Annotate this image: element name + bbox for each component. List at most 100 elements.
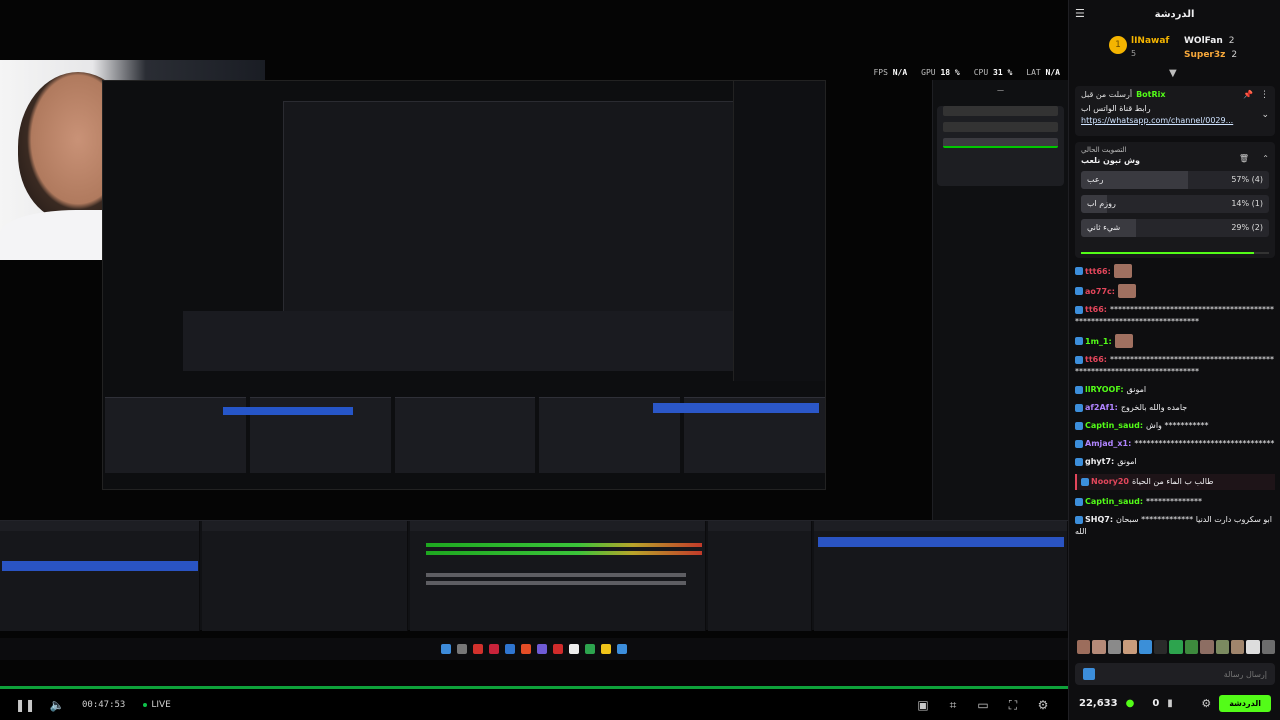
user-badge-icon	[1075, 337, 1083, 345]
chat-message: Captin_saud: واش ***********	[1075, 420, 1275, 432]
chat-username[interactable]: Captin_saud:	[1085, 497, 1143, 506]
pip-icon[interactable]: ▣	[916, 698, 930, 712]
clip-icon[interactable]: ⌗	[946, 698, 960, 712]
chat-username[interactable]: llRYOOF:	[1085, 385, 1124, 394]
chat-message-text: امونق	[1117, 457, 1137, 466]
user-badge-icon	[1075, 515, 1083, 524]
pin-icon[interactable]: 📌	[1243, 90, 1253, 99]
emote[interactable]	[1261, 640, 1276, 654]
chevron-up-icon[interactable]: ⌃	[1262, 154, 1269, 163]
obs-embedded-chat: —	[932, 80, 1068, 520]
pinned-link[interactable]: https://whatsapp.com/channel/0029...	[1081, 116, 1269, 125]
chat-username[interactable]: ttt66:	[1085, 267, 1111, 276]
emote[interactable]	[1246, 640, 1260, 654]
pinned-message: أرسلت من قبل BotRix رابط قناة الواتس اب …	[1075, 86, 1275, 136]
chat-message-text: جامده والله بالخروج	[1120, 403, 1188, 412]
fullscreen-icon[interactable]: ⛶	[1006, 698, 1020, 712]
chat-username[interactable]: tt66:	[1085, 305, 1107, 314]
chat-username[interactable]: SHQ7:	[1085, 515, 1113, 524]
emote[interactable]	[1092, 640, 1106, 654]
emote[interactable]	[1123, 640, 1137, 654]
theater-mode-icon[interactable]: ▭	[976, 698, 990, 712]
stream-page: FPS N/A GPU 18 % CPU 31 % LAT N/A — ❚❚ 🔈…	[0, 0, 1280, 720]
poll-option[interactable]: روزم اب 14% (1)	[1081, 195, 1269, 213]
chevron-down-icon[interactable]: ⌄	[1261, 110, 1269, 120]
top-gifter-count: 5	[1131, 49, 1137, 58]
chat-username[interactable]: tt66:	[1085, 355, 1107, 364]
user-badge-icon	[1075, 497, 1083, 506]
points-count: 0	[1152, 697, 1160, 709]
chat-username[interactable]: Captin_saud:	[1085, 421, 1143, 430]
more-options-icon[interactable]: ⋮	[1260, 90, 1269, 100]
chat-header: ☰ الدردشة	[1069, 0, 1280, 28]
emote-image	[1117, 284, 1136, 298]
chat-message-text: **************	[1146, 497, 1203, 506]
chat-message: ao77c:	[1075, 284, 1275, 298]
chat-input[interactable]	[1103, 669, 1267, 679]
emote[interactable]	[1215, 640, 1229, 654]
top-gifters: 1 lINawaf 5 WOlFan 2 Super3z 2	[1069, 28, 1280, 72]
chat-message: tt66: ***********************************…	[1075, 304, 1275, 328]
chat-username[interactable]: 1m_1:	[1085, 337, 1112, 346]
emote[interactable]	[1138, 640, 1152, 654]
poll-timer-bar	[1081, 252, 1269, 254]
emote[interactable]	[1107, 640, 1122, 654]
trash-icon[interactable]: 🗑	[1239, 154, 1249, 163]
chat-username[interactable]: Noory20	[1091, 477, 1129, 486]
chat-settings-gear-icon[interactable]: ⚙	[1201, 697, 1211, 710]
send-chat-button[interactable]: الدردشة	[1219, 694, 1271, 712]
bot-name[interactable]: BotRix	[1136, 90, 1165, 99]
user-badge-icon	[1075, 439, 1083, 448]
user-badge-icon	[1075, 385, 1083, 394]
chat-message: Captin_saud: **************	[1075, 496, 1275, 508]
volume-icon[interactable]: 🔈	[50, 698, 65, 712]
chat-message: ttt66:	[1075, 264, 1275, 278]
chat-input-box[interactable]	[1075, 663, 1275, 685]
top-gifter-name[interactable]: lINawaf	[1131, 36, 1169, 46]
chat-title: الدردشة	[1154, 8, 1195, 20]
emote[interactable]	[1184, 640, 1199, 654]
pinned-text: رابط قناة الواتس اب	[1081, 104, 1151, 113]
chat-username[interactable]: af2Af1:	[1085, 403, 1118, 412]
collapse-menu-icon[interactable]: ☰	[1075, 7, 1087, 20]
poll-option[interactable]: رعب 57% (4)	[1081, 171, 1269, 189]
chat-message: 1m_1:	[1075, 334, 1275, 348]
gifter-2[interactable]: WOlFan 2	[1184, 36, 1235, 46]
live-progress-bar	[0, 686, 1068, 689]
user-badge-icon	[1075, 267, 1083, 275]
poll-header: التصويت الحالي	[1081, 146, 1127, 154]
poll-card: التصويت الحالي وش تبون نلعب 🗑 ⌃ رعب 57% (…	[1075, 142, 1275, 258]
user-badge-icon	[1075, 421, 1083, 430]
chat-username[interactable]: Amjad_x1:	[1085, 439, 1131, 448]
filter-icon[interactable]: ▼	[1169, 68, 1177, 79]
chat-message: af2Af1: جامده والله بالخروج	[1075, 402, 1275, 414]
chat-footer: 22,633 ● 0 ▮ ⚙ الدردشة	[1069, 690, 1280, 716]
trophy-icon: 1	[1109, 36, 1127, 54]
chat-username[interactable]: ghyt7:	[1085, 457, 1114, 466]
user-badge-icon	[1081, 477, 1089, 486]
emote[interactable]	[1200, 640, 1214, 654]
player-controls: ❚❚ 🔈 00:47:53 LIVE ▣ ⌗ ▭ ⛶ ⚙	[0, 690, 1068, 720]
gifter-3[interactable]: Super3z 2	[1184, 50, 1237, 60]
pause-icon[interactable]: ❚❚	[15, 698, 35, 712]
windows-taskbar	[0, 638, 1068, 660]
chat-message: ghyt7: امونق	[1075, 456, 1275, 468]
user-badge-icon	[1075, 355, 1083, 364]
user-badge-icon	[1075, 305, 1083, 314]
chat-message-text: واش ***********	[1146, 421, 1209, 430]
points-icon: ▮	[1167, 697, 1173, 709]
emote[interactable]	[1077, 640, 1091, 654]
elapsed-time: 00:47:53	[82, 700, 126, 710]
emote[interactable]	[1230, 640, 1245, 654]
chat-message: tt66: ***********************************…	[1075, 354, 1275, 378]
obs-dock	[0, 520, 1068, 631]
emote[interactable]	[1153, 640, 1168, 654]
emote[interactable]	[1169, 640, 1183, 654]
chat-message: Noory20 طالب ب الماء من الحياة	[1075, 474, 1275, 490]
poll-option[interactable]: شيء ثاني 29% (2)	[1081, 219, 1269, 237]
settings-gear-icon[interactable]: ⚙	[1036, 698, 1050, 712]
chat-sidebar: ☰ الدردشة 1 lINawaf 5 WOlFan 2 Super3z 2 ▼…	[1068, 0, 1280, 720]
chat-username[interactable]: ao77c:	[1085, 287, 1115, 296]
emote-picker-icon[interactable]	[1083, 668, 1095, 680]
video-player[interactable]: FPS N/A GPU 18 % CPU 31 % LAT N/A —	[0, 0, 1068, 688]
